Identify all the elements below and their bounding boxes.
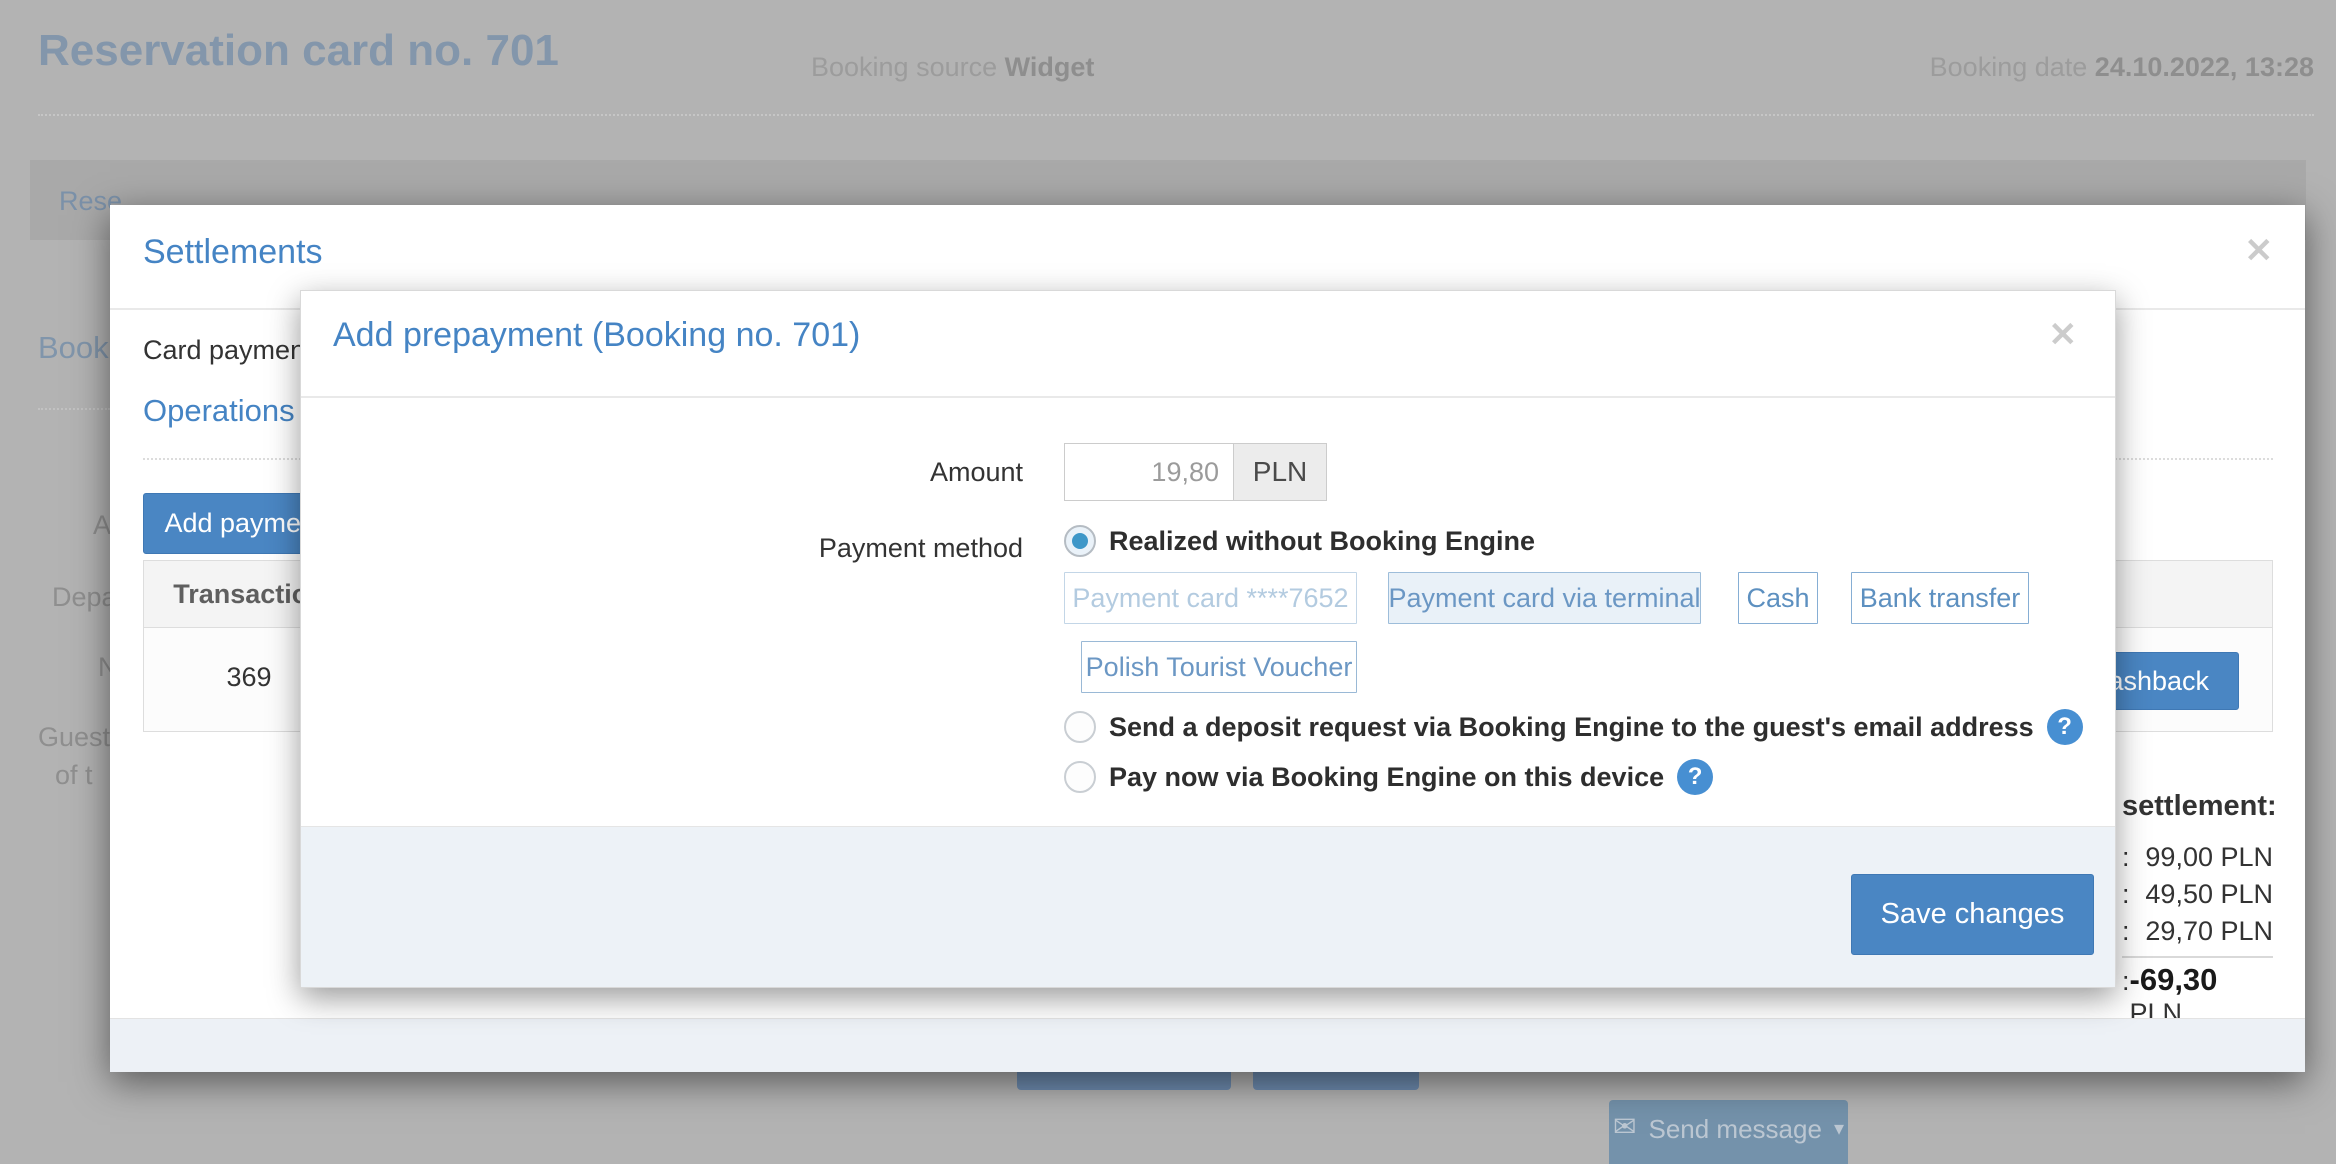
caret-down-icon: ▾ xyxy=(1834,1114,1844,1144)
send-message-label: Send message xyxy=(1648,1114,1821,1145)
settlement-row-colon: : xyxy=(2122,876,2130,913)
settlement-heading: settlement: xyxy=(2122,790,2273,823)
background-divider xyxy=(38,408,110,410)
radio-unselected-icon[interactable] xyxy=(1064,761,1096,793)
option-paynow-label: Pay now via Booking Engine on this devic… xyxy=(1109,762,1664,793)
add-prepayment-footer: Save changes xyxy=(301,826,2115,987)
radio-unselected-icon[interactable] xyxy=(1064,711,1096,743)
settlement-total-colon: : xyxy=(2122,966,2130,997)
payment-card-terminal-button[interactable]: Payment card via terminal xyxy=(1388,572,1701,624)
settlements-modal-footer xyxy=(110,1018,2305,1072)
help-icon[interactable]: ? xyxy=(2047,709,2083,745)
background-button-partial-1[interactable] xyxy=(1017,1072,1231,1090)
operations-heading: Operations xyxy=(143,393,295,429)
screen: Reservation card no. 701 Booking source … xyxy=(0,0,2336,1164)
settlements-close-icon[interactable]: ✕ xyxy=(2245,231,2274,271)
settlement-row-value: 99,00 PLN xyxy=(2145,839,2273,876)
booking-source-label: Booking source xyxy=(811,52,997,82)
amount-label: Amount xyxy=(301,457,1023,488)
add-prepayment-header-divider xyxy=(301,396,2115,398)
option-pay-now[interactable]: Pay now via Booking Engine on this devic… xyxy=(1064,759,1713,795)
guest-label-line2: of t xyxy=(55,760,93,791)
payment-card-button[interactable]: Payment card ****7652 xyxy=(1064,572,1357,624)
booking-date-label: Booking date xyxy=(1930,52,2088,82)
field-label-fragment-1: A xyxy=(93,510,111,541)
settlement-row: : 49,50 PLN xyxy=(2122,876,2273,913)
add-prepayment-modal: Add prepayment (Booking no. 701) ✕ Amoun… xyxy=(300,290,2116,988)
envelope-icon: ✉ xyxy=(1613,1114,1636,1140)
radio-selected-icon[interactable] xyxy=(1064,525,1096,557)
add-prepayment-title: Add prepayment (Booking no. 701) xyxy=(333,316,860,355)
settlement-total-divider xyxy=(2122,956,2273,958)
card-payments-label: Card payments xyxy=(143,335,326,366)
booking-source: Booking source Widget xyxy=(811,52,1094,83)
polish-tourist-voucher-button[interactable]: Polish Tourist Voucher xyxy=(1081,641,1357,693)
amount-input-group: PLN xyxy=(1064,443,1327,501)
settlements-title: Settlements xyxy=(143,233,323,272)
send-message-button[interactable]: ✉ Send message ▾ xyxy=(1609,1100,1848,1164)
settlement-row: : 99,00 PLN xyxy=(2122,839,2273,876)
amount-input[interactable] xyxy=(1064,443,1233,501)
save-changes-button[interactable]: Save changes xyxy=(1851,874,2094,955)
booking-source-value: Widget xyxy=(1005,52,1095,82)
help-icon[interactable]: ? xyxy=(1677,759,1713,795)
settlement-row-value: 49,50 PLN xyxy=(2145,876,2273,913)
background-button-partial-2[interactable] xyxy=(1253,1072,1419,1090)
currency-addon: PLN xyxy=(1233,443,1327,501)
booking-date-value: 24.10.2022, 13:28 xyxy=(2095,52,2314,82)
add-prepayment-close-icon[interactable]: ✕ xyxy=(2049,315,2078,355)
field-label-fragment-2: Depa xyxy=(52,582,117,613)
guest-label-line1: Guest xyxy=(38,722,110,753)
settlement-total-value: -69,30 xyxy=(2130,962,2218,997)
payment-method-label: Payment method xyxy=(301,533,1023,564)
booking-section-heading: Book xyxy=(38,330,109,366)
settlement-row-value: 29,70 PLN xyxy=(2145,913,2273,950)
settlement-summary: settlement: : 99,00 PLN : 49,50 PLN : 29… xyxy=(2122,790,2273,1029)
settlement-row: : 29,70 PLN xyxy=(2122,913,2273,950)
option-realized-without-booking-engine[interactable]: Realized without Booking Engine xyxy=(1064,525,1535,557)
header-divider xyxy=(38,114,2314,116)
option-deposit-label: Send a deposit request via Booking Engin… xyxy=(1109,712,2034,743)
page-title: Reservation card no. 701 xyxy=(38,26,559,76)
booking-date: Booking date 24.10.2022, 13:28 xyxy=(1930,52,2314,83)
settlement-row-colon: : xyxy=(2122,839,2130,876)
option-realized-label: Realized without Booking Engine xyxy=(1109,526,1535,557)
option-deposit-request[interactable]: Send a deposit request via Booking Engin… xyxy=(1064,709,2083,745)
settlement-row-colon: : xyxy=(2122,913,2130,950)
cash-button[interactable]: Cash xyxy=(1738,572,1818,624)
bank-transfer-button[interactable]: Bank transfer xyxy=(1851,572,2029,624)
